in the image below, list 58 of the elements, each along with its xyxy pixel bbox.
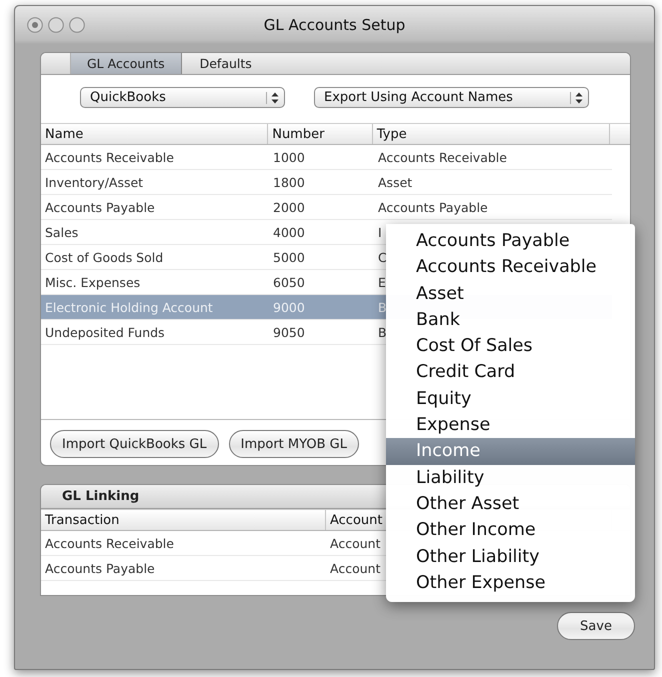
popup-button[interactable]: QuickBooks [80,87,285,108]
zoom-icon[interactable] [69,17,85,33]
table-cell-text: 5000 [272,250,306,264]
table-cell-text: Accounts Receivable [377,150,508,164]
menu-item[interactable]: Credit Card [386,359,635,386]
table-cell-text: Undeposited Funds [44,324,166,340]
table-cell-text: 6050 [272,274,306,290]
table-cell-text: C [377,250,388,264]
table-cell-text: Accounts Payable [377,200,489,214]
column-header[interactable]: Transaction [41,510,326,530]
menu-item[interactable]: Income [386,438,635,465]
column-header[interactable]: Number [268,124,373,144]
table-cell-text: Cost of Goods Sold [44,250,164,264]
table-cell-text: Misc. Expenses [44,274,142,290]
table-row[interactable]: Accounts Payable 2000 Accounts Payable [41,195,612,220]
table-cell-text: I [377,224,383,240]
save-button[interactable]: Save [557,612,635,640]
minimize-icon[interactable] [48,17,64,33]
window-title: GL Accounts Setup [264,16,406,34]
updown-arrows-icon [266,92,279,104]
table-cell-text: Accounts Payable [44,560,156,576]
import-button[interactable]: Import QuickBooks GL [50,430,219,458]
menu-item[interactable]: Other Expense [386,570,635,596]
table-cell-text: Accounts Receivable [44,150,175,164]
table-cell-text: 1000 [272,150,306,164]
table-cell-text: Account [329,536,382,550]
table-cell-text: 9050 [272,324,306,340]
menu-item[interactable]: Liability [386,464,635,491]
table-cell-text: Account [329,560,382,576]
table-cell-text: 4000 [272,224,306,240]
table-cell-text: Electronic Holding Account [44,300,214,314]
table-row[interactable]: Inventory/Asset 1800 Asset [41,170,612,195]
column-header[interactable]: Name [41,124,268,144]
table-cell-text: Accounts Payable [44,200,156,214]
column-header[interactable]: Type [372,124,610,144]
table-cell-text: E [377,274,387,290]
menu-item[interactable]: Other Liability [386,544,635,570]
menu-item[interactable]: Other Asset [386,490,635,518]
table-row[interactable]: Accounts Receivable 1000 Accounts Receivable [41,145,612,170]
menu-item[interactable]: Equity [386,386,635,412]
popup-button[interactable]: Export Using Account Names [314,87,589,108]
table-cell-text: Sales [44,224,80,240]
panel-title: GL Linking [62,489,140,504]
tab[interactable]: Defaults [182,53,270,74]
table-cell-text: B [377,300,388,314]
close-icon[interactable] [27,17,43,33]
menu-item[interactable]: Other Income [386,517,635,544]
menu-item[interactable]: Expense [386,412,635,438]
import-button[interactable]: Import MYOB GL [228,430,359,458]
updown-arrows-icon [570,92,583,104]
tab[interactable]: GL Accounts [71,53,182,74]
table-cell-text: 1800 [272,174,306,190]
table-cell-text: Inventory/Asset [44,174,144,190]
table-cell-text: 9000 [272,300,306,314]
table-cell-text: Accounts Receivable [44,536,175,550]
table-cell-text: B [377,324,388,340]
table-cell-text: Asset [377,174,414,190]
table-cell-text: 2000 [272,200,306,214]
